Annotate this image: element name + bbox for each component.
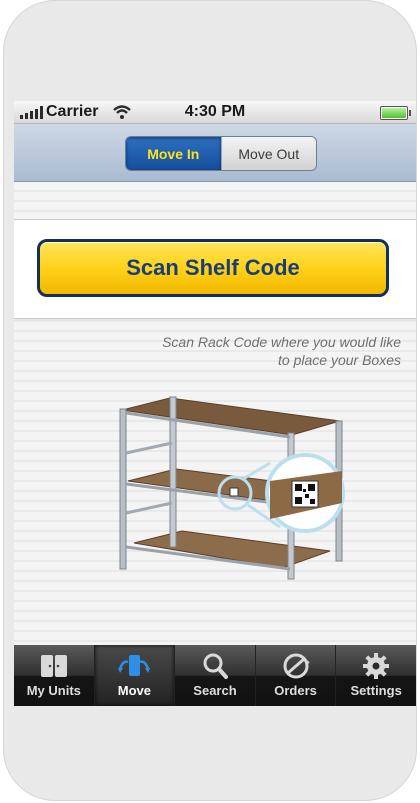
- segment-move-in[interactable]: Move In: [126, 137, 221, 170]
- tab-orders[interactable]: Orders: [254, 645, 336, 706]
- tab-label-search: Search: [193, 683, 237, 698]
- instruction-text: Scan Rack Code where you would like to p…: [141, 333, 401, 369]
- tab-label-move: Move: [117, 683, 151, 698]
- status-time: 4:30 PM: [184, 103, 246, 120]
- status-bar: Carrier 4:30 PM: [14, 101, 416, 124]
- orders-icon: [283, 653, 310, 679]
- instruction-line-1: Scan Rack Code where you would like: [162, 334, 401, 350]
- tab-label-my-units: My Units: [26, 683, 81, 698]
- tab-settings[interactable]: Settings: [335, 645, 416, 706]
- app-screen: Carrier 4:30 PM Move In Move Out Scan Sh…: [14, 101, 416, 706]
- instruction-line-2: to place your Boxes: [278, 352, 401, 368]
- scan-panel: Scan Shelf Code: [14, 219, 416, 319]
- segment-move-out[interactable]: Move Out: [220, 137, 316, 170]
- shelf-rack-illustration: [119, 396, 345, 580]
- tab-label-settings: Settings: [350, 683, 402, 698]
- battery-icon: [380, 106, 411, 120]
- units-icon: [40, 655, 67, 677]
- tab-bar: My Units Move Search Orders Settings: [14, 645, 416, 706]
- move-direction-segmented-control: Move In Move Out: [125, 136, 317, 171]
- navigation-bar: Move In Move Out: [14, 124, 416, 182]
- tab-label-orders: Orders: [274, 683, 317, 698]
- search-icon: [203, 653, 228, 679]
- tab-move[interactable]: Move: [93, 645, 175, 706]
- phone-frame: Carrier 4:30 PM Move In Move Out Scan Sh…: [3, 0, 417, 801]
- tab-search[interactable]: Search: [174, 645, 255, 706]
- gear-icon: [363, 653, 390, 679]
- move-icon: [118, 655, 151, 676]
- scan-shelf-code-button[interactable]: Scan Shelf Code: [37, 239, 389, 297]
- tab-my-units[interactable]: My Units: [14, 645, 94, 706]
